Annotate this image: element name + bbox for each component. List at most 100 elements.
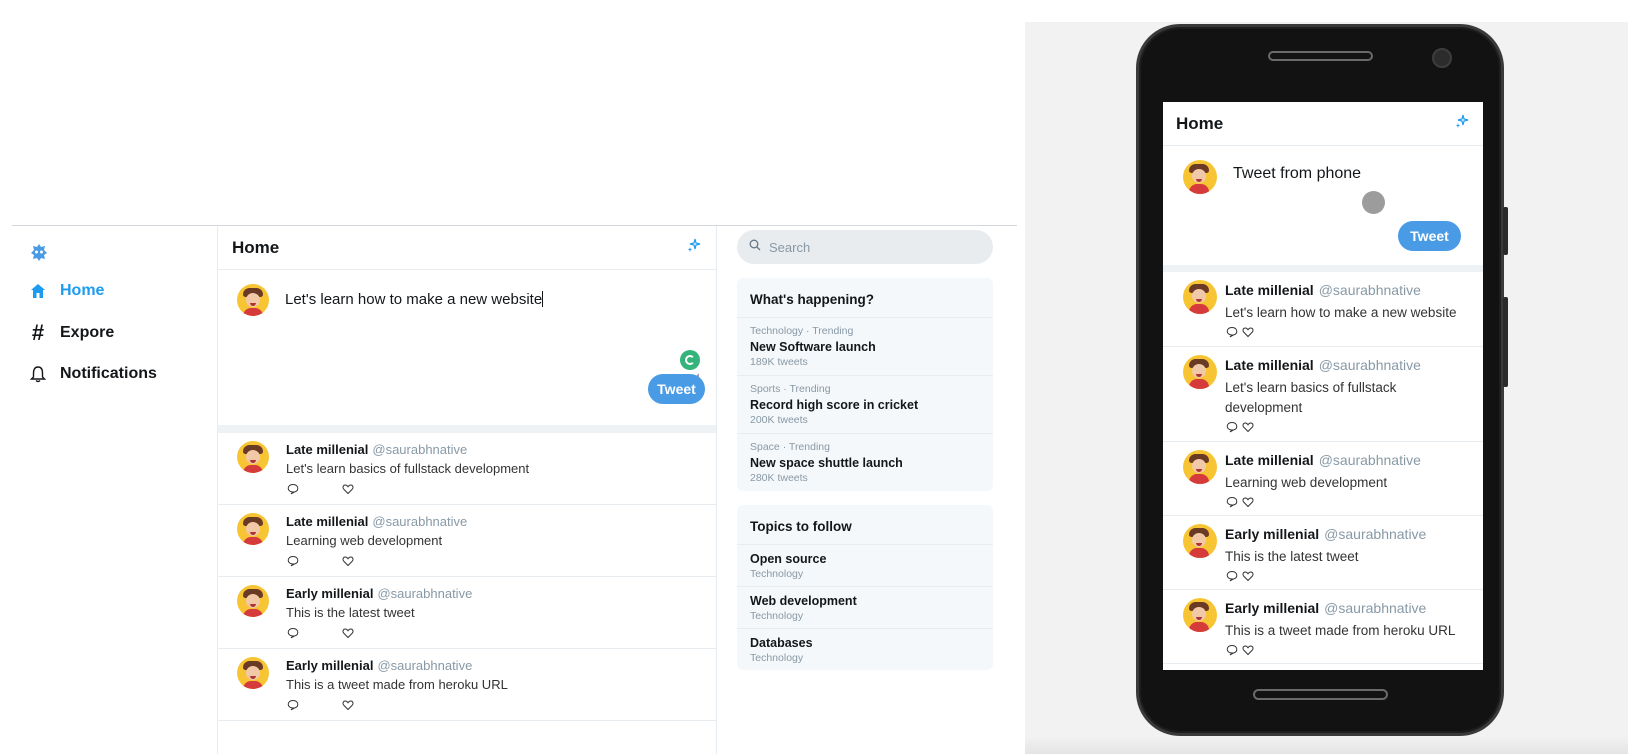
avatar — [1183, 524, 1217, 558]
avatar — [237, 441, 269, 473]
comment-icon[interactable] — [1225, 643, 1238, 656]
tweet-header: Early millenial @saurabhnative — [286, 586, 472, 601]
comment-icon[interactable] — [286, 698, 299, 711]
right-sidebar: What's happening? Technology · Trending … — [737, 230, 993, 670]
nav-home-label: Home — [60, 282, 105, 299]
text-caret — [542, 291, 544, 307]
tweet-actions — [1225, 420, 1254, 433]
nav-item-explore[interactable]: # Expore — [28, 320, 115, 345]
composer-input[interactable]: Let's learn how to make a new website — [285, 291, 544, 308]
mobile-tweet-item[interactable]: Late millenial @saurabhnative Let's learn… — [1163, 347, 1483, 442]
sparkle-icon[interactable] — [1454, 113, 1470, 134]
home-icon — [28, 281, 48, 301]
nav-explore-label: Expore — [60, 324, 115, 341]
topic-item[interactable]: Databases Technology — [737, 629, 993, 670]
heart-icon[interactable] — [341, 626, 354, 639]
tweet-text: This is a tweet made from heroku URL — [1225, 623, 1456, 638]
phone-screen: Home Tweet from phone Tweet Late milleni… — [1163, 102, 1483, 670]
tweet-author-handle: @saurabhnative — [1324, 526, 1427, 542]
mobile-tweet-item[interactable]: Late millenial @saurabhnative Let's learn… — [1163, 272, 1483, 347]
trend-count: 200K tweets — [750, 414, 808, 426]
trend-title: New space shuttle launch — [750, 456, 903, 470]
touch-indicator — [1362, 191, 1385, 214]
comment-icon[interactable] — [1225, 569, 1238, 582]
whats-happening-panel: What's happening? Technology · Trending … — [737, 278, 993, 491]
topic-item[interactable]: Web development Technology — [737, 587, 993, 629]
comment-icon[interactable] — [286, 626, 299, 639]
heart-icon[interactable] — [341, 482, 354, 495]
feed-column: Home Let's learn how to make a new websi… — [217, 226, 717, 754]
comment-icon[interactable] — [1225, 325, 1238, 338]
mobile-tweet-item[interactable]: Early millenial @saurabhnative This is th… — [1163, 516, 1483, 590]
mobile-page-title: Home — [1176, 113, 1224, 133]
tweet-text: Learning web development — [1225, 475, 1388, 490]
phone-volume-button[interactable] — [1503, 207, 1508, 255]
topic-title: Databases — [750, 636, 813, 650]
tweet-item[interactable]: Early millenial @saurabhnative This is th… — [218, 577, 716, 649]
comment-icon[interactable] — [286, 554, 299, 567]
avatar — [1183, 160, 1217, 194]
nav-item-home[interactable]: Home — [28, 281, 104, 301]
tweet-header: Late millenial @saurabhnative — [286, 442, 467, 457]
tweet-header: Late millenial @saurabhnative — [1225, 357, 1421, 373]
tweet-actions — [1225, 569, 1254, 582]
trend-item[interactable]: Space · Trending New space shuttle launc… — [737, 434, 993, 491]
phone-camera — [1432, 48, 1452, 68]
topic-category: Technology — [750, 610, 804, 622]
tweet-text: Learning web development — [286, 533, 443, 548]
avatar — [237, 585, 269, 617]
tweet-item[interactable]: Early millenial @saurabhnative This is a … — [218, 649, 716, 721]
mobile-tweet-item[interactable]: Late millenial @saurabhnative Learning we… — [1163, 442, 1483, 516]
search-input[interactable] — [769, 239, 969, 255]
search-bar[interactable] — [737, 230, 993, 264]
avatar — [1183, 598, 1217, 632]
sparkle-icon[interactable] — [686, 237, 702, 258]
heart-icon[interactable] — [1241, 495, 1254, 508]
tweet-author-name: Late millenial — [1225, 452, 1314, 468]
comment-icon[interactable] — [1225, 495, 1238, 508]
mobile-composer-input[interactable]: Tweet from phone — [1233, 165, 1361, 183]
tweet-actions — [1225, 325, 1254, 338]
tweet-header: Late millenial @saurabhnative — [1225, 282, 1421, 298]
trend-meta: Space · Trending — [750, 441, 830, 453]
trend-item[interactable]: Sports · Trending Record high score in c… — [737, 376, 993, 434]
tweet-actions — [286, 698, 354, 711]
tweet-item[interactable]: Late millenial @saurabhnative Learning we… — [218, 505, 716, 577]
heart-icon[interactable] — [1241, 643, 1254, 656]
phone-power-button[interactable] — [1503, 297, 1508, 387]
heart-icon[interactable] — [1241, 420, 1254, 433]
tweet-item[interactable]: Late millenial @saurabhnative Let's learn… — [218, 433, 716, 505]
tweet-text: Let's learn basics of fullstack developm… — [1225, 380, 1397, 415]
mobile-tweet-item[interactable]: Early millenial @saurabhnative This is a … — [1163, 590, 1483, 664]
tweet-actions — [286, 626, 354, 639]
heart-icon[interactable] — [341, 698, 354, 711]
avatar — [1183, 450, 1217, 484]
avatar — [237, 513, 269, 545]
comment-icon[interactable] — [286, 482, 299, 495]
trend-item[interactable]: Technology · Trending New Software launc… — [737, 318, 993, 376]
composer-input-text: Let's learn how to make a new website — [285, 291, 543, 308]
screen-capture: Home # Expore Notifications Home Let's l… — [0, 0, 1628, 754]
tweet-author-handle: @saurabhnative — [1318, 452, 1421, 468]
phone-frame: Home Tweet from phone Tweet Late milleni… — [1136, 24, 1508, 736]
heart-icon[interactable] — [341, 554, 354, 567]
comment-icon[interactable] — [1225, 420, 1238, 433]
tweet-header: Late millenial @saurabhnative — [1225, 452, 1421, 468]
desktop-app: Home # Expore Notifications Home Let's l… — [12, 225, 1017, 754]
tweet-text: Let's learn how to make a new website — [1225, 305, 1457, 320]
heart-icon[interactable] — [1241, 325, 1254, 338]
phone-home-bar[interactable] — [1253, 689, 1388, 700]
tweet-actions — [286, 554, 354, 567]
topic-item[interactable]: Open source Technology — [737, 545, 993, 587]
phone-speaker — [1268, 51, 1373, 61]
tweet-button[interactable]: Tweet — [648, 374, 705, 404]
tweet-header: Early millenial @saurabhnative — [1225, 526, 1426, 542]
tweet-text: Let's learn basics of fullstack developm… — [286, 461, 530, 476]
trend-count: 189K tweets — [750, 356, 808, 368]
heart-icon[interactable] — [1241, 569, 1254, 582]
app-logo-icon[interactable] — [28, 242, 50, 264]
trend-title: New Software launch — [750, 340, 876, 354]
mobile-header: Home — [1163, 102, 1483, 146]
nav-item-notifications[interactable]: Notifications — [28, 364, 157, 384]
mobile-tweet-button[interactable]: Tweet — [1398, 221, 1461, 251]
